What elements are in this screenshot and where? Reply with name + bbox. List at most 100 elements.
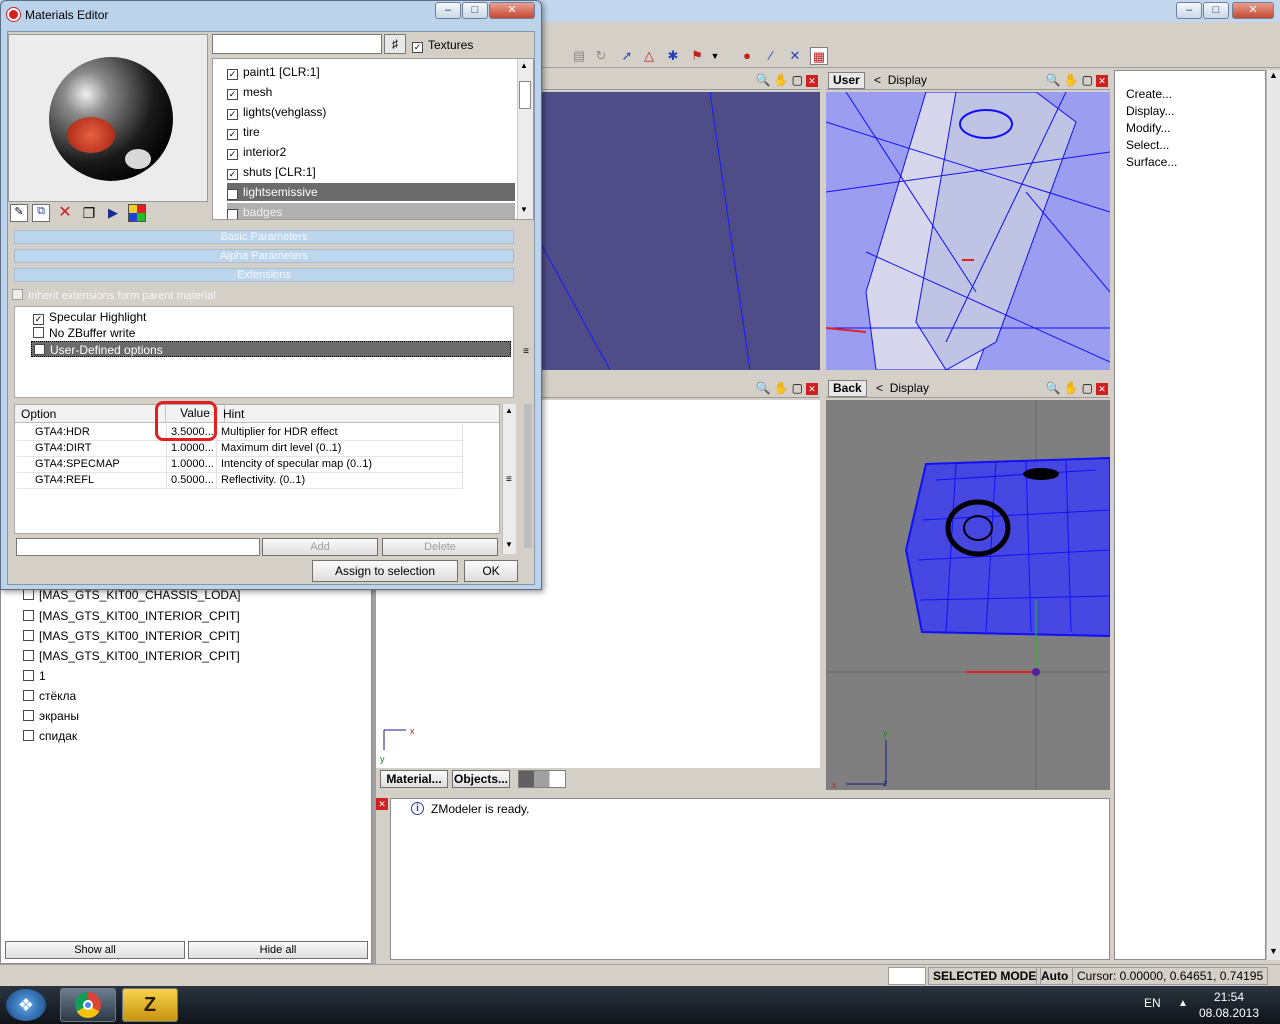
add-button[interactable]: Add [262,538,378,556]
dialog-maximize-button[interactable]: □ [462,2,488,19]
command-create[interactable]: Create... [1126,87,1172,101]
zoom-icon[interactable]: 🔍 [756,73,774,87]
viewport-close-icon[interactable]: ✕ [1096,75,1108,87]
start-button[interactable]: ❖ [6,989,46,1021]
scene-item-checkbox[interactable] [23,670,34,681]
material-list-scrollbar[interactable]: ▲ ▼ [517,59,533,219]
viewport-back[interactable]: x y z [826,400,1110,790]
scroll-down-icon[interactable]: ▼ [520,205,528,214]
viewport-controls[interactable]: 🔍✋▢ ✕ [1046,381,1108,395]
property-value[interactable]: 1.0000... [167,457,217,473]
assign-to-selection-button[interactable]: Assign to selection [312,560,458,582]
property-value[interactable]: 0.5000... [167,473,217,489]
new-material-icon[interactable]: ✎ [10,204,28,222]
log-close-icon[interactable]: ✕ [376,798,388,810]
viewport-topleft[interactable] [539,91,820,371]
app-maximize-button[interactable]: □ [1203,2,1229,19]
paste-icon[interactable]: ▤ [570,47,588,65]
textures-checkbox[interactable]: ✓ [412,42,423,53]
axis-tool-icon[interactable]: △ [640,47,658,65]
move-tool-icon[interactable]: ✱ [664,47,682,65]
scene-item-checkbox[interactable] [23,610,34,621]
clock-date[interactable]: 08.08.2013 [1196,1006,1262,1020]
inherit-extensions-toggle[interactable]: Inherit extensions form parent material [12,289,216,302]
maximize-icon[interactable]: ▢ [1082,381,1096,395]
option-item[interactable]: ✓ Specular Highlight [33,309,146,325]
material-checkbox[interactable]: ✓ [227,109,238,120]
dialog-minimize-button[interactable]: – [435,2,461,19]
scroll-grip-icon[interactable]: ≡ [506,474,512,485]
command-display[interactable]: Display... [1126,104,1174,118]
option-item[interactable]: No ZBuffer write [33,325,135,341]
option-item-selected[interactable]: User-Defined options [31,341,511,357]
column-hint[interactable]: Hint [223,407,244,421]
viewport-user[interactable] [826,92,1110,370]
material-search-input[interactable] [212,34,382,54]
redo-icon[interactable]: ↻ [592,47,610,65]
property-row[interactable]: GTA4:DIRT 1.0000... Maximum dirt level (0.… [17,441,463,457]
play-icon[interactable]: ▶ [104,204,122,222]
scene-item[interactable]: экраны [23,708,79,724]
zoom-icon[interactable]: 🔍 [756,381,774,395]
app-close-button[interactable]: ✕ [1232,2,1274,19]
outer-scroll-thumb[interactable] [524,404,532,548]
material-item[interactable]: ✓ lightsemissive [227,183,515,201]
scroll-up-icon[interactable]: ▲ [520,61,528,70]
render-tool-icon[interactable]: ▦ [810,47,828,65]
viewport-close-icon[interactable]: ✕ [1096,383,1108,395]
property-row[interactable]: GTA4:HDR 3.5000... Multiplier for HDR effe… [17,425,463,441]
zmodeler-taskbar-button[interactable]: Z [122,988,178,1022]
pan-icon[interactable]: ✋ [774,73,792,87]
viewport-controls[interactable]: 🔍✋▢ ✕ [756,381,818,395]
tab-material[interactable]: Material... [380,770,448,788]
show-all-button[interactable]: Show all [5,941,185,959]
chrome-taskbar-button[interactable] [60,988,116,1022]
scene-item-checkbox[interactable] [23,630,34,641]
viewport-close-icon[interactable]: ✕ [806,383,818,395]
select-tool-icon[interactable]: ➚ [618,47,636,65]
tray-arrow-icon[interactable]: ▲ [1178,998,1188,1009]
material-checkbox[interactable]: ✓ [227,169,238,180]
maximize-icon[interactable]: ▢ [1082,73,1096,87]
delete-material-icon[interactable]: ✕ [56,204,74,222]
viewport-back-display[interactable]: < Display [876,381,929,395]
ok-button[interactable]: OK [464,560,518,582]
hide-all-button[interactable]: Hide all [188,941,368,959]
material-item[interactable]: ✓ mesh [227,83,515,101]
property-row[interactable]: GTA4:SPECMAP 1.0000... Intencity of specul… [17,457,463,473]
maximize-icon[interactable]: ▢ [792,73,806,87]
inherit-checkbox[interactable] [12,289,23,300]
section-basic-parameters[interactable]: Basic Parameters [14,230,514,244]
scene-item-checkbox[interactable] [23,690,34,701]
scene-item-checkbox[interactable] [23,710,34,721]
scene-item-checkbox[interactable] [23,730,34,741]
scroll-down-icon[interactable]: ▼ [505,540,513,549]
material-checkbox[interactable]: ✓ [227,189,238,200]
binoculars-icon[interactable]: ♯ [384,34,406,54]
material-item[interactable]: ✓ tire [227,123,515,141]
command-modify[interactable]: Modify... [1126,121,1170,135]
copy-material-icon[interactable]: ⧉ [32,204,50,222]
option-checkbox[interactable]: ✓ [33,314,44,325]
dropdown-arrow-icon[interactable]: ▼ [706,47,724,65]
scroll-thumb[interactable] [519,81,531,109]
material-item[interactable]: ✓ lights(vehglass) [227,103,515,121]
clock-time[interactable]: 21:54 [1196,990,1262,1004]
viewport-back-name[interactable]: Back [828,380,867,397]
material-checkbox[interactable]: ✓ [227,69,238,80]
scene-item[interactable]: стёкла [23,688,76,704]
scroll-up-icon[interactable]: ▲ [1267,70,1280,84]
material-item[interactable]: ✓ badges [227,203,515,219]
split-tool-icon[interactable]: ∕ [762,47,780,65]
maximize-icon[interactable]: ▢ [792,381,806,395]
cube-icon[interactable]: ❐ [80,204,98,222]
command-surface[interactable]: Surface... [1126,155,1177,169]
color-palette-icon[interactable] [128,204,146,222]
outer-scrollbar[interactable] [522,404,534,554]
viewport-controls[interactable]: 🔍✋▢ ✕ [756,73,818,87]
viewport-controls[interactable]: 🔍✋▢ ✕ [1046,73,1108,87]
material-checkbox[interactable]: ✓ [227,209,238,219]
command-panel-scrollbar[interactable]: ▲ ▼ [1266,70,1280,960]
tab-objects[interactable]: Objects... [452,770,510,788]
option-checkbox[interactable] [33,327,44,338]
